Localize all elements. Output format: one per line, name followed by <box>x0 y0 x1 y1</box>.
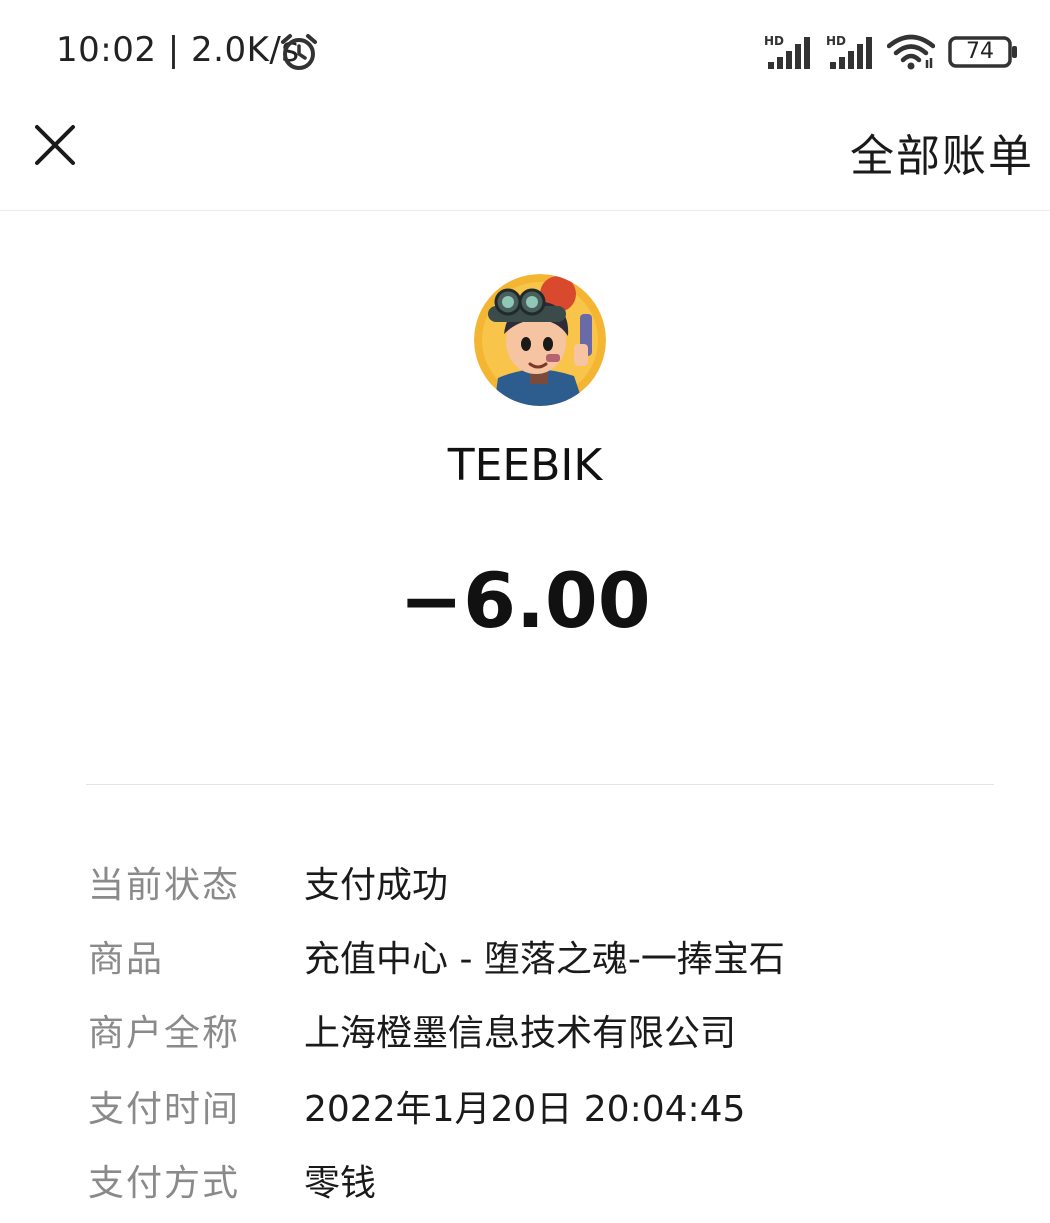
detail-row-status: 当前状态 支付成功 <box>88 856 988 916</box>
detail-value: 支付成功 <box>304 865 449 906</box>
detail-row-payment-time: 支付时间 2022年1月20日 20:04:45 <box>88 1080 988 1140</box>
merchant-name: TEEBIK <box>447 440 603 491</box>
cellular-signal-icon-2: HD <box>826 34 872 69</box>
divider <box>86 784 994 785</box>
detail-label: 支付时间 <box>88 1089 241 1130</box>
detail-value: 上海橙墨信息技术有限公司 <box>304 1013 737 1054</box>
status-time: 10:02 | 2.0K/s <box>56 30 300 70</box>
detail-label: 商品 <box>88 939 165 980</box>
detail-value: 2022年1月20日 20:04:45 <box>304 1089 746 1130</box>
all-bills-link[interactable]: 全部账单 <box>850 120 1034 184</box>
battery-level: 74 <box>966 39 994 64</box>
detail-label: 支付方式 <box>88 1163 241 1204</box>
wifi-icon <box>887 34 935 70</box>
signal-hd-label-2: HD <box>826 34 846 48</box>
detail-label: 当前状态 <box>88 865 241 906</box>
signal-hd-label: HD <box>764 34 784 48</box>
close-icon[interactable] <box>28 118 82 172</box>
cellular-signal-icon: HD <box>764 34 810 69</box>
detail-value: 充值中心 - 堕落之魂-一捧宝石 <box>304 939 785 980</box>
nav-bar: 全部账单 <box>0 100 1050 211</box>
detail-row-product: 商品 充值中心 - 堕落之魂-一捧宝石 <box>88 930 988 990</box>
detail-label: 商户全称 <box>88 1013 241 1054</box>
detail-row-payment-method: 支付方式 零钱 <box>88 1154 988 1214</box>
detail-value: 零钱 <box>304 1163 377 1204</box>
merchant-avatar[interactable] <box>474 274 606 406</box>
bill-detail-screen: 10:02 | 2.0K/s HD HD 74 全部账单 TEEBIK −6.0… <box>0 0 1050 1223</box>
payment-amount: −6.00 <box>399 556 651 645</box>
detail-row-merchant-fullname: 商户全称 上海橙墨信息技术有限公司 <box>88 1004 988 1064</box>
status-bar: 10:02 | 2.0K/s HD HD 74 <box>0 0 1050 100</box>
alarm-icon <box>281 34 317 70</box>
